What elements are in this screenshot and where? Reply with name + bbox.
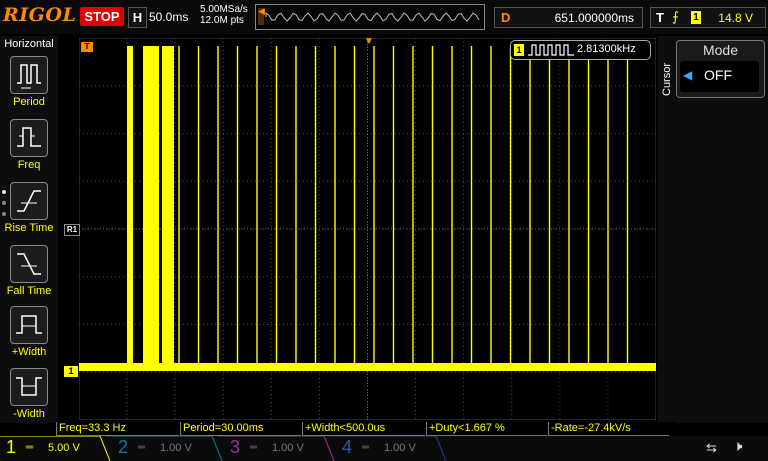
trigger-box[interactable]: T ⨍ 1 14.8 V [650, 7, 766, 28]
counter-channel-badge: 1 [514, 44, 524, 56]
measure-positive-width-button[interactable]: +Width [0, 306, 58, 366]
delay-value: 651.000000ms [554, 11, 634, 25]
trigger-source-badge: 1 [691, 11, 701, 24]
dc-coupling-icon: ═ [362, 442, 370, 453]
channel-scale: 1.00 V [272, 442, 304, 454]
memory-depth: 12.0M pts [200, 15, 244, 26]
mode-value-box: ◀ OFF [680, 61, 759, 92]
speaker-muted-icon[interactable]: 🕨 [733, 438, 742, 455]
channel-number: 3 [230, 437, 241, 457]
memory-waveform-preview [258, 8, 480, 25]
trigger-position-icon[interactable]: ▼ [364, 36, 374, 47]
frequency-counter: 1 2.81300kHz [510, 40, 651, 60]
measurement-bar: Freq=33.3 Hz Period=30.00ms +Width<500.0… [56, 422, 676, 436]
measure-label: +Width [11, 346, 47, 358]
square-wave-icon [528, 44, 574, 56]
dc-coupling-icon: ═ [26, 442, 34, 453]
measurement-item[interactable]: Period=30.00ms [180, 422, 301, 436]
measure-period-button[interactable]: Period [0, 56, 58, 116]
measure-freq-button[interactable]: Freq [0, 119, 58, 179]
cursor-menu-label: Cursor [661, 62, 673, 96]
measurement-item[interactable]: +Duty<1.667 % [426, 422, 547, 436]
measure-label: Freq [17, 159, 41, 171]
mode-value: OFF [704, 67, 732, 83]
brand-logo: RIGOL [3, 4, 77, 26]
waveform-grid [79, 38, 656, 420]
sample-rate: 5.00MSa/s [200, 4, 248, 15]
dc-coupling-icon: ═ [250, 442, 258, 453]
measure-label: Period [13, 96, 45, 108]
measure-label: Rise Time [4, 222, 54, 234]
memory-overview[interactable]: ◀ [255, 4, 485, 30]
trigger-label: T [656, 10, 664, 25]
trigger-level: 14.8 V [718, 11, 753, 25]
measure-menu: Horizontal Period Freq Rise Time Fall Ti… [0, 36, 58, 423]
dc-coupling-icon: ═ [138, 442, 146, 453]
measure-rise-time-button[interactable]: Rise Time [0, 182, 58, 242]
measure-label: -Width [13, 408, 45, 420]
rising-edge-icon: ⨍ [672, 9, 679, 24]
horizontal-label: H [128, 7, 147, 28]
counter-value: 2.81300kHz [577, 43, 636, 55]
measure-label: Fall Time [6, 285, 52, 297]
menu-title: Horizontal [4, 38, 54, 50]
trigger-time-marker[interactable]: T [81, 42, 93, 52]
channel-scale: 1.00 V [160, 442, 192, 454]
channel-number: 2 [118, 437, 129, 457]
trace-burst [162, 46, 174, 368]
measurement-item[interactable]: Freq=33.3 Hz [56, 422, 179, 436]
ch3-tab[interactable]: 3 ═ 1.00 V [224, 436, 336, 461]
fall-time-icon [10, 245, 48, 283]
negative-width-icon [10, 368, 48, 406]
period-icon [10, 56, 48, 94]
delay-box[interactable]: D 651.000000ms [494, 7, 643, 28]
cursor-mode-button[interactable]: Mode ◀ OFF [676, 40, 765, 98]
channel-scale: 5.00 V [48, 442, 80, 454]
ch2-tab[interactable]: 2 ═ 1.00 V [112, 436, 224, 461]
page-dot [2, 212, 6, 216]
positive-width-icon [10, 306, 48, 344]
page-dot [2, 201, 6, 205]
channel-number: 1 [6, 437, 17, 457]
ch1-offset-marker[interactable]: 1 [64, 366, 78, 377]
measurement-item[interactable]: +Width<500.0us [302, 422, 425, 436]
ch4-tab[interactable]: 4 ═ 1.00 V [336, 436, 448, 461]
mode-title: Mode [702, 42, 739, 58]
ch1-tab[interactable]: 1 ═ 5.00 V [0, 436, 112, 461]
channel-scale: 1.00 V [384, 442, 416, 454]
measure-fall-time-button[interactable]: Fall Time [0, 245, 58, 305]
delay-label: D [501, 10, 511, 25]
freq-icon [10, 119, 48, 157]
menu-page-indicator [2, 190, 6, 223]
trace-burst [143, 46, 159, 368]
measure-negative-width-button[interactable]: -Width [0, 368, 58, 428]
page-dot [2, 190, 6, 194]
usb-icon: ⇆ [706, 440, 717, 455]
measurement-item[interactable]: -Rate=-27.4kV/s [548, 422, 669, 436]
rise-time-icon [10, 182, 48, 220]
ref-waveform-marker[interactable]: R1 [64, 224, 80, 236]
channel-number: 4 [342, 437, 353, 457]
trace-burst [127, 46, 133, 368]
acquisition-info: 5.00MSa/s 12.0M pts [200, 4, 248, 26]
timebase-value[interactable]: 50.0ms [149, 10, 188, 24]
left-arrow-icon: ◀ [683, 68, 693, 82]
run-stop-button[interactable]: STOP [80, 7, 124, 26]
